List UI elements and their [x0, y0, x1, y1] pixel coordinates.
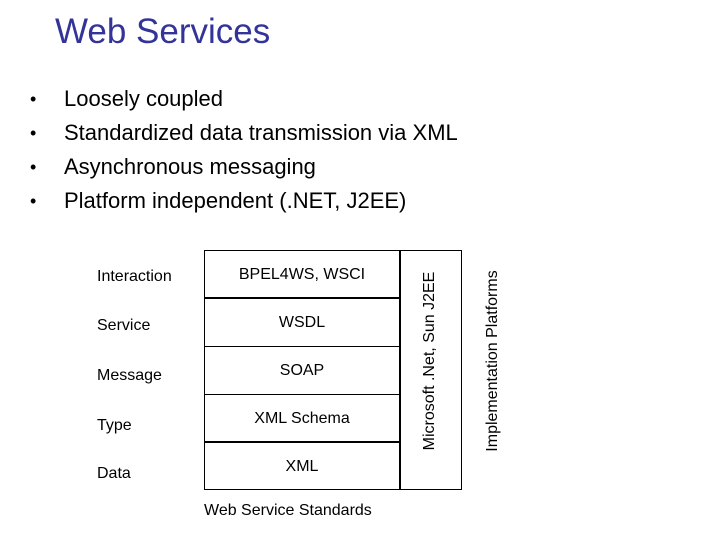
bullet-icon: • [30, 157, 37, 177]
bullet-icon: • [30, 191, 37, 211]
bullet-item: • Standardized data transmission via XML [30, 116, 458, 150]
layer-label-interaction: Interaction [97, 268, 172, 285]
stack-row-type: XML Schema [205, 395, 399, 443]
layer-label-service: Service [97, 317, 151, 334]
stack-row-interaction: BPEL4WS, WSCI [205, 251, 399, 299]
bullet-icon: • [30, 89, 37, 109]
bullet-item: • Platform independent (.NET, J2EE) [30, 184, 458, 218]
bullet-icon: • [30, 123, 37, 143]
bullet-item: • Loosely coupled [30, 82, 458, 116]
stack-row-service: WSDL [205, 299, 399, 347]
layer-label-message: Message [97, 367, 162, 384]
stack-caption: Web Service Standards [204, 502, 372, 519]
platform-caption: Implementation Platforms [484, 270, 501, 452]
bullet-item: • Asynchronous messaging [30, 150, 458, 184]
slide-title: Web Services [55, 12, 271, 51]
standards-stack: BPEL4WS, WSCI WSDL SOAP XML Schema XML [204, 250, 400, 490]
layer-label-type: Type [97, 417, 132, 434]
stack-row-data: XML [285, 458, 319, 475]
layer-label-data: Data [97, 465, 131, 482]
platform-box-text: Microsoft .Net, Sun J2EE [421, 271, 438, 451]
stack-row-message: SOAP [205, 347, 399, 395]
bullet-list: • Loosely coupled • Standardized data tran… [30, 82, 458, 218]
